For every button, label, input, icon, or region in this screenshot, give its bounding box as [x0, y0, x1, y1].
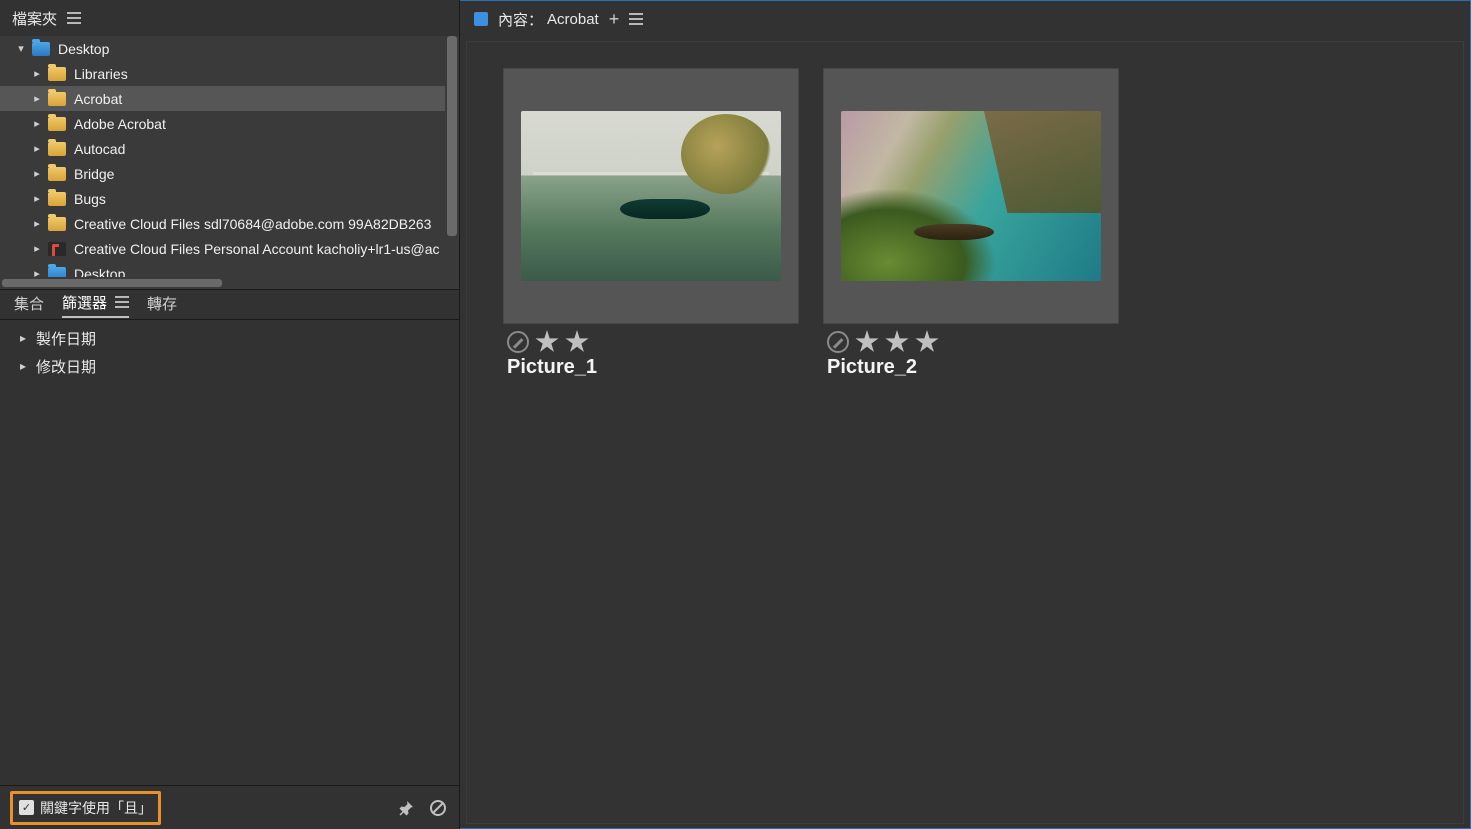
collapse-arrow-icon[interactable]: ▾	[14, 42, 28, 55]
thumbnail-image	[521, 111, 781, 281]
checkbox-checked-icon[interactable]: ✓	[19, 800, 34, 815]
tab-export[interactable]: 轉存	[147, 293, 177, 317]
filter-item-date-modified[interactable]: ▸ 修改日期	[0, 352, 459, 380]
folder-label: Libraries	[74, 66, 128, 82]
expand-arrow-icon[interactable]: ▸	[30, 67, 44, 80]
keyword-and-option[interactable]: ✓ 關鍵字使用「且」	[10, 791, 161, 825]
folder-item[interactable]: ▸ Adobe Acrobat	[0, 111, 459, 136]
star-icon[interactable]	[855, 330, 879, 354]
cc-folder-icon	[48, 242, 66, 256]
thumbnail-name: Picture_1	[503, 356, 799, 379]
expand-arrow-icon[interactable]: ▸	[14, 359, 32, 373]
folder-panel-title: 檔案夾	[12, 8, 57, 29]
folder-icon	[48, 217, 66, 231]
content-panel: 內容： Acrobat + Picture_1	[460, 0, 1471, 829]
folder-scrollbar[interactable]	[445, 36, 459, 289]
panel-menu-icon[interactable]	[629, 13, 643, 25]
folder-panel: 檔案夾 ▾ Desktop ▸ Libraries	[0, 0, 459, 290]
expand-arrow-icon[interactable]: ▸	[30, 242, 44, 255]
thumbnail-name: Picture_2	[823, 356, 1119, 379]
left-panel: 檔案夾 ▾ Desktop ▸ Libraries	[0, 0, 460, 829]
folder-icon	[48, 192, 66, 206]
expand-arrow-icon[interactable]: ▸	[30, 217, 44, 230]
content-header-path: Acrobat	[547, 11, 599, 28]
star-icon[interactable]	[885, 330, 909, 354]
folder-tree: ▾ Desktop ▸ Libraries ▸ Acrobat	[0, 36, 459, 289]
tab-filter[interactable]: 篩選器	[62, 292, 129, 318]
folder-item[interactable]: ▸ Creative Cloud Files sdl70684@adobe.co…	[0, 211, 459, 236]
folder-label: Creative Cloud Files sdl70684@adobe.com …	[74, 216, 431, 232]
folder-label: Autocad	[74, 141, 125, 157]
expand-arrow-icon[interactable]: ▸	[30, 117, 44, 130]
content-tab-indicator	[474, 12, 488, 26]
folder-item[interactable]: ▸ Bridge	[0, 161, 459, 186]
expand-arrow-icon[interactable]: ▸	[30, 142, 44, 155]
thumbnail-frame[interactable]	[503, 68, 799, 324]
expand-arrow-icon[interactable]: ▸	[30, 167, 44, 180]
star-icon[interactable]	[535, 330, 559, 354]
folder-icon	[48, 142, 66, 156]
expand-arrow-icon[interactable]: ▸	[14, 331, 32, 345]
folder-label: Adobe Acrobat	[74, 116, 166, 132]
folder-item-selected[interactable]: ▸ Acrobat	[0, 86, 459, 111]
filter-item-date-created[interactable]: ▸ 製作日期	[0, 324, 459, 352]
expand-arrow-icon[interactable]: ▸	[30, 92, 44, 105]
content-grid: Picture_1 Picture_2	[466, 41, 1464, 824]
folder-scrollbar-horizontal[interactable]	[0, 277, 459, 289]
star-icon[interactable]	[915, 330, 939, 354]
content-header-prefix: 內容：	[498, 9, 543, 30]
thumbnail-item[interactable]: Picture_2	[823, 68, 1119, 379]
tab-collections[interactable]: 集合	[14, 293, 44, 317]
cancel-icon[interactable]	[427, 797, 449, 819]
folder-icon	[48, 117, 66, 131]
folder-item[interactable]: ▸ Creative Cloud Files Personal Account …	[0, 236, 459, 261]
panel-menu-icon[interactable]	[115, 296, 129, 308]
folder-item[interactable]: ▸ Libraries	[0, 61, 459, 86]
reject-icon[interactable]	[507, 331, 529, 353]
folder-label: Bridge	[74, 166, 114, 182]
add-tab-icon[interactable]: +	[609, 9, 620, 30]
folder-icon	[48, 67, 66, 81]
thumbnail-image	[841, 111, 1101, 281]
keyword-and-label: 關鍵字使用「且」	[40, 798, 152, 818]
folder-item[interactable]: ▸ Autocad	[0, 136, 459, 161]
folder-root[interactable]: ▾ Desktop	[0, 36, 459, 61]
star-icon[interactable]	[565, 330, 589, 354]
thumbnail-frame[interactable]	[823, 68, 1119, 324]
folder-item[interactable]: ▸ Bugs	[0, 186, 459, 211]
reject-icon[interactable]	[827, 331, 849, 353]
folder-label: Creative Cloud Files Personal Account ka…	[74, 241, 440, 257]
filter-panel: 集合 篩選器 轉存 ▸ 製作日期 ▸ 修改日期 ✓ 關鍵字使用「且」	[0, 290, 459, 829]
folder-label: Desktop	[58, 41, 109, 57]
panel-menu-icon[interactable]	[67, 12, 81, 24]
folder-icon	[32, 42, 50, 56]
folder-label: Bugs	[74, 191, 106, 207]
folder-icon	[48, 167, 66, 181]
pin-icon[interactable]	[395, 797, 417, 819]
folder-icon	[48, 92, 66, 106]
thumbnail-item[interactable]: Picture_1	[503, 68, 799, 379]
expand-arrow-icon[interactable]: ▸	[30, 192, 44, 205]
folder-label: Acrobat	[74, 91, 122, 107]
